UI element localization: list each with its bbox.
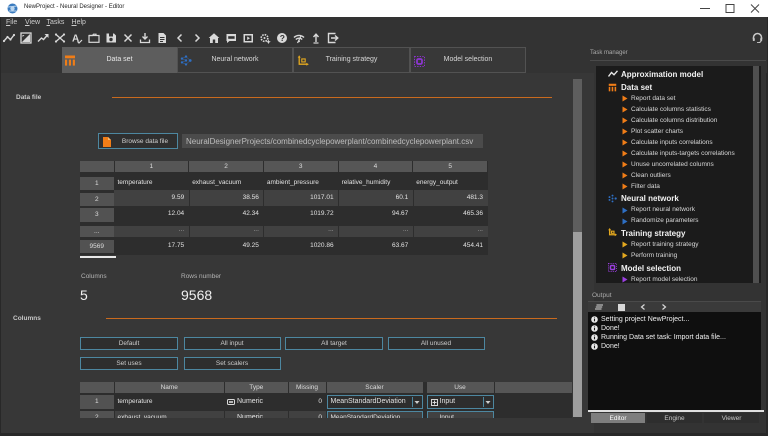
svg-text:?: ? <box>280 33 285 43</box>
